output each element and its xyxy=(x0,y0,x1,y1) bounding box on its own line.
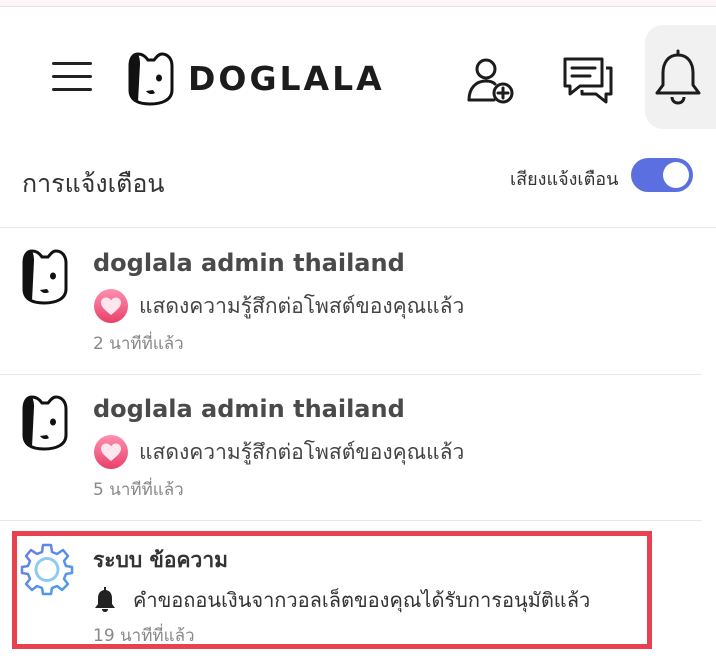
menu-button[interactable] xyxy=(48,58,96,94)
top-strip xyxy=(0,0,716,7)
notifications-button[interactable] xyxy=(645,25,716,129)
page-title: การแจ้งเตือน xyxy=(22,169,165,198)
notification-time: 5 นาทีที่แล้ว xyxy=(93,480,184,500)
notification-sender: doglala admin thailand xyxy=(93,395,405,423)
brand-logo[interactable]: DOGLALA xyxy=(128,50,385,106)
notification-time: 2 นาทีที่แล้ว xyxy=(93,334,184,354)
notification-item-system[interactable]: ระบบ ข้อความ คำขอถอนเงินจากวอลเล็ตของคุณ… xyxy=(0,522,702,668)
dog-avatar-icon xyxy=(22,249,68,305)
bell-icon xyxy=(655,49,701,105)
notification-message-row: คำขอถอนเงินจากวอลเล็ตของคุณได้รับการอนุม… xyxy=(93,582,590,618)
heart-icon xyxy=(94,435,128,469)
dog-avatar-icon xyxy=(22,395,68,451)
notification-sender: ระบบ ข้อความ xyxy=(93,548,228,572)
notification-sender: doglala admin thailand xyxy=(93,249,405,277)
chat-bubbles-icon xyxy=(563,57,613,104)
messages-button[interactable] xyxy=(558,50,618,110)
sound-toggle-label: เสียงแจ้งเตือน xyxy=(510,169,619,190)
dog-logo-icon xyxy=(128,52,174,106)
notification-message: คำขอถอนเงินจากวอลเล็ตของคุณได้รับการอนุม… xyxy=(133,588,591,612)
notification-time: 19 นาทีที่แล้ว xyxy=(93,626,195,646)
gear-icon xyxy=(20,543,74,596)
add-user-icon xyxy=(467,58,514,104)
toggle-knob xyxy=(663,162,689,188)
notifications-header: การแจ้งเตือน เสียงแจ้งเตือน xyxy=(0,132,716,228)
sound-toggle[interactable] xyxy=(631,158,693,192)
add-friend-button[interactable] xyxy=(460,50,520,110)
brand-name: DOGLALA xyxy=(188,58,385,98)
heart-icon xyxy=(94,289,128,323)
notification-message: แสดงความรู้สึกต่อโพสต์ของคุณแล้ว xyxy=(139,293,465,318)
notification-item[interactable]: doglala admin thailand แสดงความรู้สึกต่อ… xyxy=(0,229,702,375)
notification-message-row: แสดงความรู้สึกต่อโพสต์ของคุณแล้ว xyxy=(93,287,464,325)
app-header: DOGLALA xyxy=(0,8,716,132)
notification-message: แสดงความรู้สึกต่อโพสต์ของคุณแล้ว xyxy=(139,439,465,464)
notification-message-row: แสดงความรู้สึกต่อโพสต์ของคุณแล้ว xyxy=(93,433,464,471)
hamburger-menu-icon xyxy=(52,62,92,65)
notification-item[interactable]: doglala admin thailand แสดงความรู้สึกต่อ… xyxy=(0,375,702,521)
bell-icon xyxy=(95,587,115,612)
